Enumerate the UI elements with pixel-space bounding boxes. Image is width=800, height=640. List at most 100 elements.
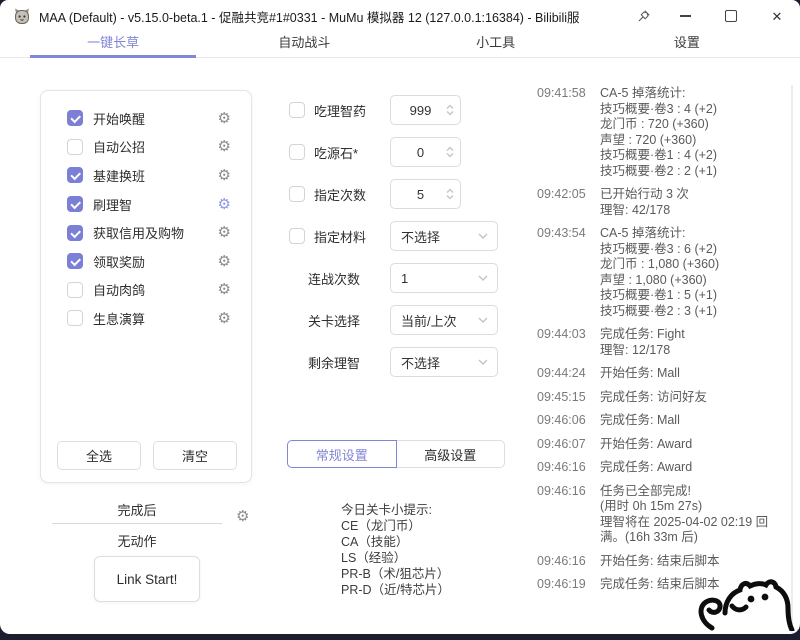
log-line: 已开始行动 3 次 — [600, 187, 789, 203]
post-action-gear-icon[interactable]: ⚙ — [236, 509, 249, 524]
checkbox[interactable] — [67, 167, 83, 183]
chevron-down-icon — [478, 275, 488, 281]
log-message: 完成任务: Award — [600, 460, 789, 476]
select-value: 当前/上次 — [401, 311, 457, 330]
log-timestamp: 09:46:16 — [537, 554, 600, 570]
fight-settings: 吃理智药 吃源石* — [289, 89, 498, 383]
task-row-fight[interactable]: 刷理智 ⚙ — [41, 190, 251, 219]
gear-icon[interactable]: ⚙ — [218, 311, 231, 326]
checkbox[interactable] — [67, 139, 83, 155]
remaining-sanity-select[interactable]: 不选择 — [390, 347, 498, 377]
gear-icon[interactable]: ⚙ — [218, 282, 231, 297]
task-row-base[interactable]: 基建换班 ⚙ — [41, 161, 251, 190]
gear-icon[interactable]: ⚙ — [218, 139, 231, 154]
minimize-button[interactable] — [662, 0, 708, 32]
log-entry: 09:45:15 完成任务: 访问好友 — [537, 390, 789, 406]
field-label: 剩余理智 — [308, 353, 360, 372]
checkbox[interactable] — [67, 310, 83, 326]
log-line: 完成任务: Mall — [600, 413, 789, 429]
main-tab-strip: 一键长草 自动战斗 小工具 设置 — [0, 32, 800, 58]
times-stepper — [390, 179, 461, 209]
tips-line: PR-D（近/特芯片） — [341, 582, 450, 598]
checkbox[interactable] — [289, 228, 305, 244]
tab-normal-settings[interactable]: 常规设置 — [287, 440, 397, 468]
tab-tools[interactable]: 小工具 — [413, 32, 579, 57]
spinner-icon[interactable] — [446, 189, 454, 200]
log-line: (用时 0h 15m 27s) — [600, 499, 789, 515]
field-label: 指定次数 — [314, 185, 366, 204]
window-title: MAA (Default) - v5.15.0-beta.1 - 促融共竞#1#… — [39, 7, 580, 26]
material-select[interactable]: 不选择 — [390, 221, 498, 251]
link-start-button[interactable]: Link Start! — [94, 556, 200, 602]
select-value: 1 — [401, 271, 408, 286]
gear-icon[interactable]: ⚙ — [218, 225, 231, 240]
checkbox[interactable] — [289, 186, 305, 202]
task-label: 获取信用及购物 — [93, 223, 184, 242]
post-action-title: 完成后 — [52, 500, 222, 524]
task-card-buttons: 全选 清空 — [57, 441, 237, 470]
checkbox[interactable] — [67, 225, 83, 241]
log-entry: 09:44:03 完成任务: Fight 理智: 12/178 — [537, 327, 789, 358]
stage-select[interactable]: 当前/上次 — [390, 305, 498, 335]
clear-button[interactable]: 清空 — [153, 441, 237, 470]
chevron-down-icon — [478, 359, 488, 365]
log-line: 技巧概要·卷1 : 4 (+2) — [600, 148, 789, 164]
log-message: 完成任务: Fight 理智: 12/178 — [600, 327, 789, 358]
pin-icon[interactable] — [624, 0, 662, 32]
series-select[interactable]: 1 — [390, 263, 498, 293]
post-action-value[interactable]: 无动作 — [52, 531, 222, 550]
gear-icon[interactable]: ⚙ — [218, 254, 231, 269]
task-row-reclamation[interactable]: 生息演算 ⚙ — [41, 304, 251, 333]
task-label: 生息演算 — [93, 309, 145, 328]
tab-farming[interactable]: 一键长草 — [30, 32, 196, 57]
log-timestamp: 09:43:54 — [537, 226, 600, 319]
gear-icon[interactable]: ⚙ — [218, 111, 231, 126]
row-remaining-sanity: 剩余理智 不选择 — [289, 341, 498, 383]
spinner-icon[interactable] — [446, 147, 454, 158]
log-line: CA-5 掉落统计: — [600, 226, 789, 242]
checkbox[interactable] — [289, 144, 305, 160]
task-row-award[interactable]: 领取奖励 ⚙ — [41, 247, 251, 276]
log-message: CA-5 掉落统计: 技巧概要·卷3 : 6 (+2) 龙门币 : 1,080 … — [600, 226, 789, 319]
log-timestamp: 09:44:03 — [537, 327, 600, 358]
log-entry: 09:43:54 CA-5 掉落统计: 技巧概要·卷3 : 6 (+2) 龙门币… — [537, 226, 789, 319]
log-timestamp: 09:44:24 — [537, 366, 600, 382]
log-entry: 09:46:16 开始任务: 结束后脚本 — [537, 554, 789, 570]
maa-app-icon — [13, 7, 31, 25]
task-row-roguelike[interactable]: 自动肉鸽 ⚙ — [41, 276, 251, 305]
maximize-icon — [725, 10, 737, 22]
select-value: 不选择 — [401, 227, 440, 246]
task-label: 基建换班 — [93, 166, 145, 185]
log-scrollbar[interactable] — [791, 85, 793, 633]
task-label: 自动肉鸽 — [93, 280, 145, 299]
checkbox[interactable] — [67, 253, 83, 269]
settings-tab-group: 常规设置 高级设置 — [287, 440, 505, 468]
task-row-recruit[interactable]: 自动公招 ⚙ — [41, 133, 251, 162]
task-row-wakeup[interactable]: 开始唤醒 ⚙ — [41, 104, 251, 133]
checkbox[interactable] — [67, 110, 83, 126]
log-timestamp: 09:45:15 — [537, 390, 600, 406]
log-message: 任务已全部完成! (用时 0h 15m 27s) 理智将在 2025-04-02… — [600, 484, 789, 546]
field-label: 吃理智药 — [314, 101, 366, 120]
select-all-button[interactable]: 全选 — [57, 441, 141, 470]
log-timestamp: 09:46:06 — [537, 413, 600, 429]
log-line: 理智: 42/178 — [600, 203, 789, 219]
task-label: 领取奖励 — [93, 252, 145, 271]
close-button[interactable]: ✕ — [754, 0, 800, 32]
spinner-icon[interactable] — [446, 105, 454, 116]
log-line: 理智: 12/178 — [600, 343, 789, 359]
tab-advanced-settings[interactable]: 高级设置 — [396, 440, 506, 468]
checkbox[interactable] — [67, 282, 83, 298]
task-row-mall[interactable]: 获取信用及购物 ⚙ — [41, 218, 251, 247]
checkbox[interactable] — [67, 196, 83, 212]
log-panel: 09:41:58 CA-5 掉落统计: 技巧概要·卷3 : 4 (+2) 龙门币… — [537, 86, 789, 601]
log-message: 开始任务: Mall — [600, 366, 789, 382]
maximize-button[interactable] — [708, 0, 754, 32]
tab-settings[interactable]: 设置 — [604, 32, 770, 57]
log-line: CA-5 掉落统计: — [600, 86, 789, 102]
checkbox[interactable] — [289, 102, 305, 118]
tab-copilot[interactable]: 自动战斗 — [221, 32, 387, 57]
gear-icon[interactable]: ⚙ — [218, 197, 231, 212]
task-list-card: 开始唤醒 ⚙ 自动公招 ⚙ 基建换班 ⚙ 刷理智 ⚙ — [40, 90, 252, 483]
gear-icon[interactable]: ⚙ — [218, 168, 231, 183]
